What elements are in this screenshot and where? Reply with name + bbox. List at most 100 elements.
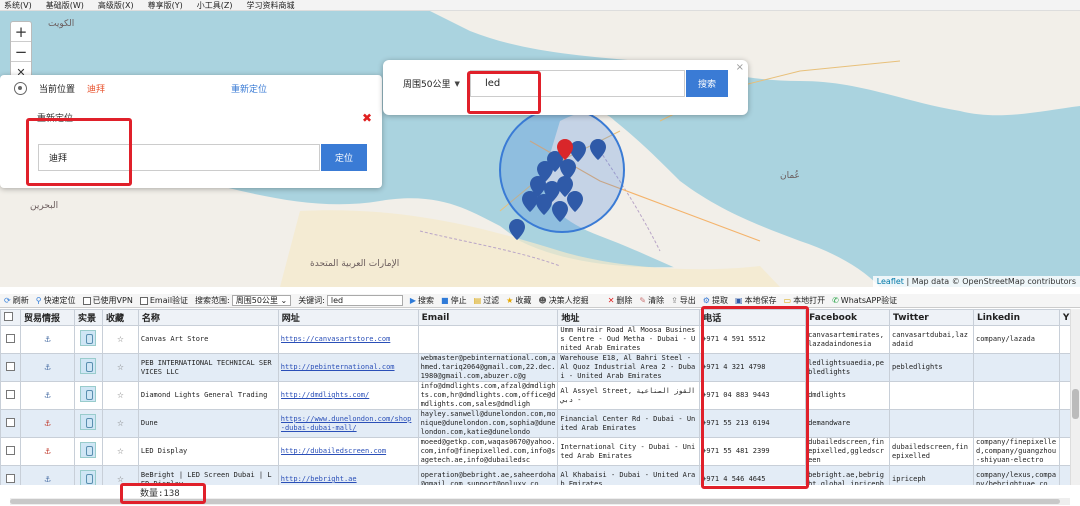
search-button[interactable]: 搜索 <box>686 70 728 97</box>
anchor-icon[interactable]: ⚓ <box>44 334 50 345</box>
menu-advanced[interactable]: 高级版(X) <box>98 0 134 11</box>
close-icon[interactable]: ✖ <box>362 111 372 125</box>
open-local-button[interactable]: ▭ 本地打开 <box>784 295 826 306</box>
search-panel-close-icon[interactable]: × <box>736 62 744 73</box>
streetview-cell[interactable] <box>73 409 103 438</box>
url-cell[interactable]: https://www.dunelondon.com/shop-dubai-du… <box>277 409 419 438</box>
col-url[interactable]: 网址 <box>277 309 419 326</box>
toolbar-search-button[interactable]: ▶ 搜索 <box>410 295 434 306</box>
vpn-checkbox[interactable]: 已使用VPN <box>82 295 133 306</box>
row-select-cell[interactable] <box>0 465 21 485</box>
table-row[interactable]: ⚓ ☆ Canvas Art Store https://canvasartstore… <box>0 325 1080 354</box>
streetview-icon[interactable] <box>80 442 97 458</box>
table-row[interactable]: ⚓ ☆ BeBright | LED Screen Dubai | LED Disp… <box>0 465 1080 485</box>
col-address[interactable]: 地址 <box>557 309 701 326</box>
table-row[interactable]: ⚓ ☆ Diamond Lights General Trading http://d… <box>0 381 1080 410</box>
refresh-button[interactable]: ⟳ 刷新 <box>4 295 29 306</box>
streetview-icon[interactable] <box>80 358 97 374</box>
horizontal-scrollbar[interactable] <box>10 498 1070 505</box>
streetview-icon[interactable] <box>80 330 97 346</box>
row-checkbox[interactable] <box>5 445 15 455</box>
url-cell[interactable]: http://bebright.ae <box>277 465 419 485</box>
anchor-icon[interactable]: ⚓ <box>44 362 50 373</box>
zoom-in-button[interactable]: + <box>11 22 31 42</box>
url-cell-text[interactable]: http://bebright.ae <box>281 475 416 484</box>
trade-intel-cell[interactable]: ⚓ <box>19 437 75 466</box>
col-phone[interactable]: 电话 <box>699 309 807 326</box>
url-cell[interactable]: http://pebinternational.com <box>277 353 419 382</box>
star-outline-icon[interactable]: ☆ <box>117 388 124 401</box>
table-row[interactable]: ⚓ ☆ PEB INTERNATIONAL TECHNICAL SERVICES L… <box>0 353 1080 382</box>
leaflet-link[interactable]: Leaflet <box>877 277 904 286</box>
menu-tools[interactable]: 小工具(Z) <box>197 0 233 11</box>
export-button[interactable]: ⇪ 导出 <box>671 295 696 306</box>
favorite-cell[interactable]: ☆ <box>101 353 139 382</box>
anchor-icon[interactable]: ⚓ <box>44 446 50 457</box>
horizontal-scroll-thumb[interactable] <box>10 499 1060 504</box>
range-dropdown[interactable]: 周围50公里 ⌄ <box>231 295 292 306</box>
city-input[interactable]: 迪拜 <box>38 144 320 171</box>
favorite-cell[interactable]: ☆ <box>101 465 139 485</box>
row-select-cell[interactable] <box>0 353 21 382</box>
quick-locate-button[interactable]: ⚲ 快速定位 <box>36 295 76 306</box>
relocate-link[interactable]: 重新定位 <box>231 82 267 95</box>
streetview-cell[interactable] <box>73 437 103 466</box>
vertical-scrollbar[interactable] <box>1070 309 1080 485</box>
streetview-icon[interactable] <box>80 470 97 485</box>
email-verify-checkbox[interactable]: Email验证 <box>139 295 188 306</box>
favorite-cell[interactable]: ☆ <box>101 381 139 410</box>
col-facebook[interactable]: Facebook <box>805 309 891 326</box>
locate-button[interactable]: 定位 <box>321 144 367 171</box>
url-cell-text[interactable]: http://pebinternational.com <box>281 363 416 372</box>
url-cell-text[interactable]: https://www.dunelondon.com/shop-dubai-du… <box>281 415 416 433</box>
favorite-cell[interactable]: ☆ <box>101 409 139 438</box>
menu-premium[interactable]: 尊享版(Y) <box>148 0 183 11</box>
save-local-button[interactable]: ▣ 本地保存 <box>735 295 777 306</box>
col-trade-intel[interactable]: 贸易情报 <box>19 309 75 326</box>
vertical-scroll-thumb[interactable] <box>1072 389 1079 419</box>
favorite-cell[interactable]: ☆ <box>101 325 139 354</box>
row-checkbox[interactable] <box>5 417 15 427</box>
range-select[interactable]: 周围50公里 ▼ <box>403 70 467 97</box>
streetview-cell[interactable] <box>73 325 103 354</box>
col-streetview[interactable]: 实景 <box>73 309 103 326</box>
row-select-cell[interactable] <box>0 381 21 410</box>
anchor-icon[interactable]: ⚓ <box>44 390 50 401</box>
streetview-icon[interactable] <box>80 386 97 402</box>
url-cell-text[interactable]: https://canvasartstore.com <box>281 335 416 344</box>
decision-maker-button[interactable]: ☻ 决策人挖掘 <box>538 295 588 306</box>
star-outline-icon[interactable]: ☆ <box>117 416 124 429</box>
url-cell-text[interactable]: http://dmdlights.com/ <box>281 391 416 400</box>
trade-intel-cell[interactable]: ⚓ <box>19 409 75 438</box>
zoom-out-button[interactable]: − <box>11 42 31 62</box>
col-select[interactable] <box>0 309 21 326</box>
streetview-cell[interactable] <box>73 465 103 485</box>
star-outline-icon[interactable]: ☆ <box>117 444 124 457</box>
row-checkbox[interactable] <box>5 389 15 399</box>
whatsapp-verify-button[interactable]: ✆ WhatsAPP验证 <box>832 295 897 306</box>
favorite-button[interactable]: ★ 收藏 <box>506 295 531 306</box>
row-checkbox[interactable] <box>5 473 15 483</box>
star-outline-icon[interactable]: ☆ <box>117 472 124 485</box>
filter-button[interactable]: ▤ 过滤 <box>474 295 500 306</box>
row-checkbox[interactable] <box>5 361 15 371</box>
col-email[interactable]: Email <box>417 309 559 326</box>
star-outline-icon[interactable]: ☆ <box>117 332 124 345</box>
streetview-cell[interactable] <box>73 381 103 410</box>
col-name[interactable]: 名称 <box>137 309 279 326</box>
table-row[interactable]: ⚓ ☆ LED Display http://dubailedscreen.com mo… <box>0 437 1080 466</box>
trade-intel-cell[interactable]: ⚓ <box>19 465 75 485</box>
select-all-checkbox[interactable] <box>4 311 13 321</box>
menu-learning-store[interactable]: 学习资料商城 <box>246 0 294 11</box>
streetview-cell[interactable] <box>73 353 103 382</box>
row-select-cell[interactable] <box>0 409 21 438</box>
streetview-icon[interactable] <box>80 414 97 430</box>
row-checkbox[interactable] <box>5 333 15 343</box>
star-outline-icon[interactable]: ☆ <box>117 360 124 373</box>
trade-intel-cell[interactable]: ⚓ <box>19 381 75 410</box>
stop-button[interactable]: ■ 停止 <box>441 295 467 306</box>
menu-system[interactable]: 系统(V) <box>4 0 32 11</box>
col-linkedin[interactable]: Linkedin <box>972 309 1060 326</box>
url-cell-text[interactable]: http://dubailedscreen.com <box>281 447 416 456</box>
extract-button[interactable]: ⚙ 提取 <box>703 295 728 306</box>
